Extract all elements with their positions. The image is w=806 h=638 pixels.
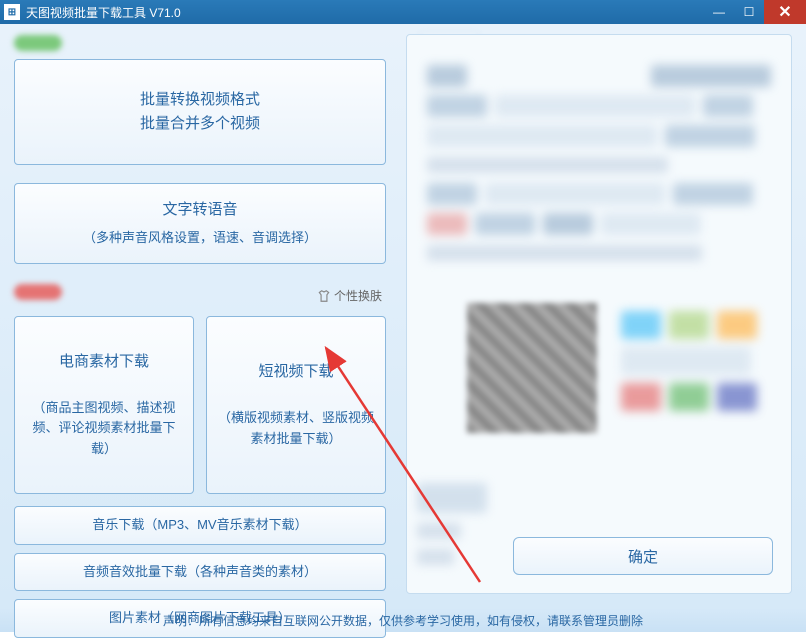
disclaimer-text: 声明：所有信息均来自互联网公开数据，仅供参考学习使用，如有侵权，请联系管理员删除 [163,612,643,629]
tts-sub: （多种声音风格设置，语速、音调选择） [25,228,375,249]
music-label: 音乐下载（MP3、MV音乐素材下载） [92,517,307,532]
skin-label: 个性换肤 [334,287,382,304]
right-panel: 确定 [398,24,806,608]
confirm-label: 确定 [628,546,658,567]
right-content: 确定 [406,34,792,594]
confirm-button[interactable]: 确定 [513,537,773,575]
qr-code [467,303,597,433]
shortvideo-download-button[interactable]: 短视频下载 （横版视频素材、竖版视频素材批量下载） [206,316,386,494]
minimize-button[interactable]: — [704,0,734,24]
ecommerce-sub: （商品主图视频、描述视频、评论视频素材批量下载） [25,398,183,460]
ecommerce-title: 电商素材下载 [59,350,149,374]
app-icon: ⊞ [4,4,20,20]
shortvideo-title: 短视频下载 [258,360,333,384]
badge-red [14,284,62,300]
shortvideo-sub: （横版视频素材、竖版视频素材批量下载） [217,408,375,450]
maximize-button[interactable]: ☐ [734,0,764,24]
sfx-label: 音频音效批量下载（各种声音类的素材） [83,564,317,579]
ecommerce-download-button[interactable]: 电商素材下载 （商品主图视频、描述视频、评论视频素材批量下载） [14,316,194,494]
shirt-icon [317,289,331,303]
music-download-button[interactable]: 音乐下载（MP3、MV音乐素材下载） [14,506,386,545]
badge-green [14,35,62,51]
convert-line1: 批量转换视频格式 [140,91,260,108]
titlebar: ⊞ 天图视频批量下载工具 V71.0 — ☐ ✕ [0,0,806,24]
convert-line2: 批量合并多个视频 [140,115,260,132]
close-button[interactable]: ✕ [764,0,806,24]
tts-button[interactable]: 文字转语音 （多种声音风格设置，语速、音调选择） [14,183,386,264]
sfx-download-button[interactable]: 音频音效批量下载（各种声音类的素材） [14,553,386,592]
blurred-content [417,65,781,261]
window-title: 天图视频批量下载工具 V71.0 [26,4,181,21]
color-options [621,303,771,419]
left-panel: 批量转换视频格式 批量合并多个视频 文字转语音 （多种声音风格设置，语速、音调选… [0,24,398,608]
blurred-footer-content [417,475,491,575]
convert-video-button[interactable]: 批量转换视频格式 批量合并多个视频 [14,59,386,165]
skin-link[interactable]: 个性换肤 [313,285,386,306]
tts-title: 文字转语音 [162,201,237,218]
